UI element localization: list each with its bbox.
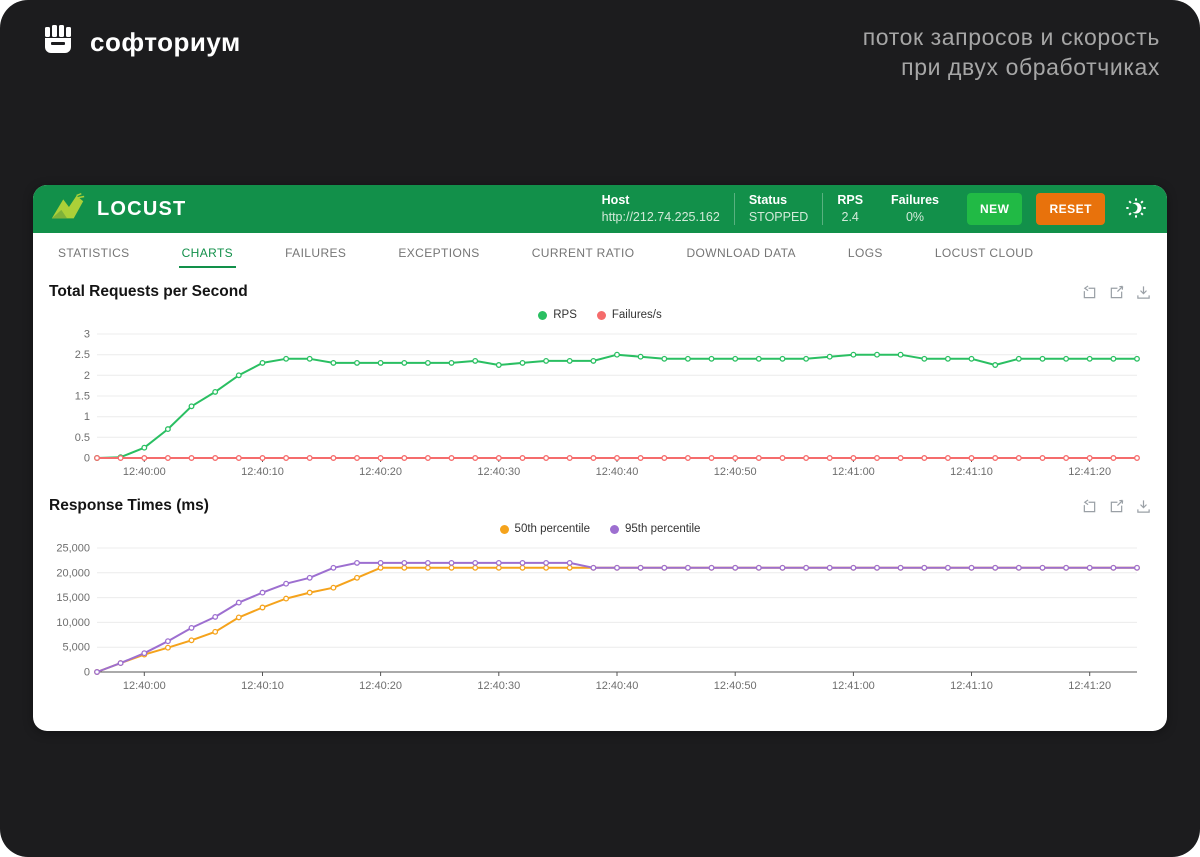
tab-failures[interactable]: FAILURES [282, 236, 349, 268]
svg-text:12:40:30: 12:40:30 [477, 466, 520, 478]
legend-item-failures[interactable]: Failures/s [596, 309, 662, 321]
dark-mode-icon [1125, 197, 1147, 222]
svg-text:12:40:20: 12:40:20 [359, 680, 402, 692]
svg-text:12:40:30: 12:40:30 [477, 680, 520, 692]
restore-icon[interactable] [1082, 498, 1097, 514]
status-label: Status [748, 193, 788, 207]
failures-legend-dot [596, 310, 606, 320]
rps-chart-canvas[interactable]: 0 0.5 1 1.5 2 2.5 3 12:40:00 12:40:10 12:40:20 12:… [49, 326, 1151, 484]
brand-name: софториум [90, 27, 241, 57]
rps-chart-legend: RPS Failures/s [49, 304, 1151, 326]
svg-text:12:40:40: 12:40:40 [596, 680, 639, 692]
svg-text:12:40:40: 12:40:40 [596, 466, 639, 478]
legend-item-95th-percentile[interactable]: 95th percentile [610, 523, 700, 535]
dark-mode-toggle[interactable] [1123, 195, 1149, 224]
svg-text:0: 0 [84, 453, 90, 465]
locust-logo[interactable]: LOCUST [49, 192, 186, 227]
svg-text:12:40:00: 12:40:00 [123, 680, 166, 692]
header-stats: Host http://212.74.225.162 Status STOPPE… [588, 193, 1153, 225]
svg-text:12:41:20: 12:41:20 [1068, 466, 1111, 478]
grasshopper-icon [49, 192, 87, 227]
response-times-chart-title: Response Times (ms) [49, 497, 209, 514]
svg-text:0: 0 [84, 667, 90, 679]
rps-stat: RPS 2.4 [823, 193, 877, 225]
response-times-chart-canvas[interactable]: 0 5,000 10,000 15,000 20,000 25,000 12:40:00 12… [49, 540, 1151, 698]
response-times-chart-toolbox [1082, 498, 1151, 514]
svg-text:12:40:50: 12:40:50 [714, 680, 757, 692]
tab-current-ratio[interactable]: CURRENT RATIO [529, 236, 638, 268]
svg-text:15,000: 15,000 [56, 592, 90, 604]
svg-text:3: 3 [84, 329, 90, 341]
locust-title: LOCUST [97, 197, 187, 220]
failures-value: 0% [905, 210, 925, 224]
svg-text:12:41:00: 12:41:00 [832, 466, 875, 478]
save-image-icon[interactable] [1136, 499, 1151, 514]
subtitle-line-1: поток запросов и скорость [862, 24, 1160, 50]
tab-download-data[interactable]: DOWNLOAD DATA [683, 236, 798, 268]
svg-text:2.5: 2.5 [75, 349, 90, 361]
svg-text:12:40:10: 12:40:10 [241, 680, 284, 692]
subtitle-line-2: при двух обработчиках [901, 54, 1160, 80]
reset-button[interactable]: RESET [1036, 193, 1105, 225]
rps-value: 2.4 [841, 210, 859, 224]
svg-text:12:41:10: 12:41:10 [950, 466, 993, 478]
host-value: http://212.74.225.162 [601, 210, 720, 224]
page-frame: софториум поток запросов и скорость при … [0, 0, 1200, 857]
response-times-chart-legend: 50th percentile 95th percentile [49, 518, 1151, 540]
svg-text:12:40:00: 12:40:00 [123, 466, 166, 478]
svg-text:2: 2 [84, 370, 90, 382]
host-stat: Host http://212.74.225.162 [588, 193, 734, 225]
new-test-button[interactable]: NEW [966, 193, 1023, 225]
failures-stat: Failures 0% [877, 193, 953, 225]
svg-text:0.5: 0.5 [75, 432, 90, 444]
p95-legend-dot [610, 524, 619, 534]
svg-text:12:41:20: 12:41:20 [1068, 680, 1111, 692]
legend-item-50th-percentile[interactable]: 50th percentile [499, 523, 590, 535]
tab-bar: STATISTICS CHARTS FAILURES EXCEPTIONS CU… [33, 233, 1167, 270]
softorium-logo: софториум [40, 22, 241, 63]
svg-text:1.5: 1.5 [75, 391, 90, 403]
svg-text:20,000: 20,000 [56, 567, 90, 579]
save-image-icon[interactable] [1136, 285, 1151, 300]
svg-text:12:40:50: 12:40:50 [714, 466, 757, 478]
tab-exceptions[interactable]: EXCEPTIONS [395, 236, 482, 268]
tab-logs[interactable]: LOGS [845, 236, 886, 268]
locust-app-window: LOCUST Host http://212.74.225.162 Status… [33, 185, 1167, 731]
tab-locust-cloud[interactable]: LOCUST CLOUD [932, 236, 1037, 268]
svg-text:12:40:10: 12:40:10 [241, 466, 284, 478]
data-zoom-icon[interactable] [1109, 499, 1124, 514]
status-stat: Status STOPPED [735, 193, 823, 225]
svg-text:10,000: 10,000 [56, 617, 90, 629]
svg-text:12:41:00: 12:41:00 [832, 680, 875, 692]
fist-icon [40, 22, 76, 63]
rps-chart-section: Total Requests per Second RPS Failures/s… [33, 270, 1167, 484]
top-branding-bar: софториум поток запросов и скорость при … [40, 22, 1160, 82]
failures-legend-label: Failures/s [611, 309, 662, 321]
locust-header-bar: LOCUST Host http://212.74.225.162 Status… [33, 185, 1167, 233]
data-zoom-icon[interactable] [1109, 285, 1124, 300]
failures-label: Failures [891, 193, 939, 207]
p95-legend-label: 95th percentile [625, 523, 701, 535]
rps-legend-label: RPS [553, 309, 577, 321]
svg-text:12:41:10: 12:41:10 [950, 680, 993, 692]
response-times-chart-section: Response Times (ms) 50th percentile 95th… [33, 484, 1167, 698]
rps-legend-dot [538, 310, 548, 320]
svg-text:25,000: 25,000 [56, 543, 90, 555]
svg-text:5,000: 5,000 [62, 642, 90, 654]
tab-statistics[interactable]: STATISTICS [55, 236, 133, 268]
restore-icon[interactable] [1082, 284, 1097, 300]
p50-legend-label: 50th percentile [514, 523, 590, 535]
legend-item-rps[interactable]: RPS [538, 309, 577, 321]
status-value: STOPPED [748, 210, 809, 224]
page-subtitle: поток запросов и скорость при двух обраб… [863, 22, 1160, 82]
rps-chart-toolbox [1082, 284, 1151, 300]
rps-chart-title: Total Requests per Second [49, 283, 248, 300]
svg-text:1: 1 [84, 411, 90, 423]
svg-text:12:40:20: 12:40:20 [359, 466, 402, 478]
tab-charts[interactable]: CHARTS [178, 236, 237, 268]
host-label: Host [601, 193, 630, 207]
rps-label: RPS [837, 193, 864, 207]
p50-legend-dot [499, 524, 509, 534]
